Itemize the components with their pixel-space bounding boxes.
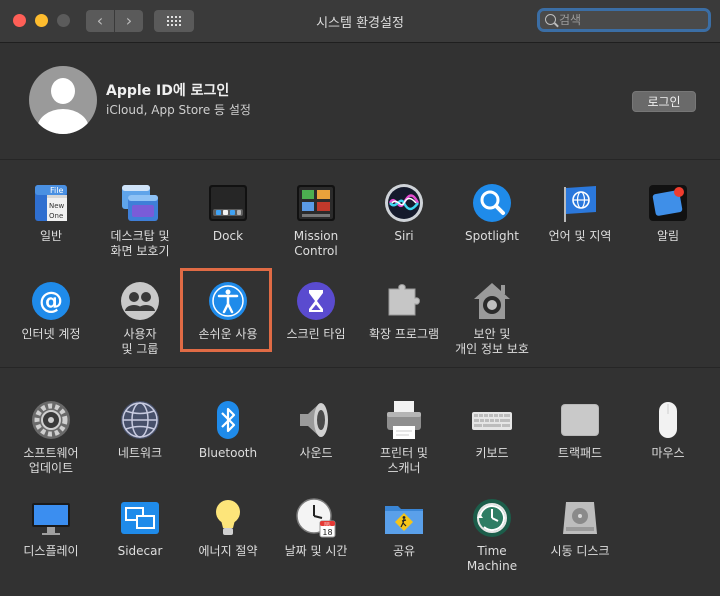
pane-label: 보안 및 개인 정보 보호 xyxy=(455,327,529,356)
pane-label: 데스크탑 및 화면 보호기 xyxy=(110,229,170,258)
mouse-icon xyxy=(648,400,688,440)
pane-label: 스크린 타임 xyxy=(286,327,346,341)
avatar-body-icon xyxy=(37,109,89,134)
general-icon-new: New xyxy=(49,202,65,210)
house-lock-icon xyxy=(472,281,512,321)
pane-label: 디스플레이 xyxy=(23,544,79,558)
speaker-icon xyxy=(296,400,336,440)
trackpad-icon xyxy=(560,400,600,440)
notifications-icon xyxy=(648,183,688,223)
calendar-month: JUL xyxy=(323,521,331,526)
users-icon xyxy=(120,281,160,321)
pane-label: 에너지 절약 xyxy=(198,544,258,558)
pane-label: 날짜 및 시간 xyxy=(284,544,348,558)
sidecar-icon xyxy=(120,498,160,538)
calendar-day: 18 xyxy=(322,528,332,537)
clock-calendar-icon: JUL 18 xyxy=(296,498,336,538)
accessibility-highlight-box xyxy=(180,268,272,352)
pane-label: 네트워크 xyxy=(117,446,163,460)
siri-icon xyxy=(384,183,424,223)
mission-control-icon xyxy=(296,183,336,223)
general-icon: File New One xyxy=(31,183,71,223)
keyboard-icon xyxy=(472,400,512,440)
pane-label: 시동 디스크 xyxy=(550,544,610,558)
puzzle-piece-icon xyxy=(384,281,424,321)
time-machine-icon xyxy=(472,498,512,538)
system-preferences-window: ‹ › 시스템 환경설정 Apple ID에 로그인 iCloud, App S… xyxy=(0,0,720,596)
lightbulb-icon xyxy=(208,498,248,538)
apple-id-section: Apple ID에 로그인 iCloud, App Store 등 설정 로그인 xyxy=(0,43,720,160)
search-icon xyxy=(545,14,556,25)
avatar-head-icon xyxy=(51,78,75,104)
apple-id-subtitle: iCloud, App Store 등 설정 xyxy=(106,103,251,117)
pane-label: Dock xyxy=(212,229,244,243)
dock-icon xyxy=(208,183,248,223)
svg-text:@: @ xyxy=(39,287,63,315)
pane-label: Bluetooth xyxy=(198,446,258,460)
search-field[interactable] xyxy=(537,8,711,32)
display-icon xyxy=(31,498,71,538)
pane-label: Sidecar xyxy=(117,544,163,558)
title-bar: ‹ › 시스템 환경설정 xyxy=(0,0,720,43)
pane-label: 소프트웨어 업데이트 xyxy=(23,446,79,475)
desktop-screensaver-icon xyxy=(120,183,160,223)
bluetooth-icon xyxy=(208,400,248,440)
pane-label: Siri xyxy=(394,229,414,243)
network-globe-icon xyxy=(120,400,160,440)
pane-label: Mission Control xyxy=(293,229,339,258)
gear-icon xyxy=(31,400,71,440)
pane-label: 키보드 xyxy=(475,446,509,460)
sharing-folder-icon xyxy=(384,498,424,538)
pane-label: 인터넷 계정 xyxy=(21,327,81,341)
hard-disk-icon xyxy=(560,498,600,538)
login-button[interactable]: 로그인 xyxy=(632,91,696,112)
pane-label: 알림 xyxy=(656,229,680,243)
spotlight-icon xyxy=(472,183,512,223)
hourglass-icon xyxy=(296,281,336,321)
pane-label: 언어 및 지역 xyxy=(548,229,612,243)
general-icon-one: One xyxy=(49,212,63,220)
pane-label: Spotlight xyxy=(465,229,519,243)
pane-label: Time Machine xyxy=(466,544,518,573)
printer-icon xyxy=(384,400,424,440)
pane-label: 확장 프로그램 xyxy=(368,327,440,341)
at-sign-icon: @ xyxy=(31,281,71,321)
pane-label: 일반 xyxy=(39,229,63,243)
pane-label: 사용자 및 그룹 xyxy=(121,327,159,356)
section-divider xyxy=(0,367,720,368)
search-input[interactable] xyxy=(559,11,707,29)
pane-label: 공유 xyxy=(392,544,416,558)
pane-label: 프린터 및 스캐너 xyxy=(380,446,428,475)
pane-label: 트랙패드 xyxy=(557,446,603,460)
general-icon-file: File xyxy=(50,186,63,195)
pane-label: 마우스 xyxy=(651,446,685,460)
avatar[interactable] xyxy=(29,66,97,134)
apple-id-title: Apple ID에 로그인 xyxy=(106,83,230,99)
flag-globe-icon xyxy=(560,183,600,223)
pane-label: 사운드 xyxy=(299,446,333,460)
